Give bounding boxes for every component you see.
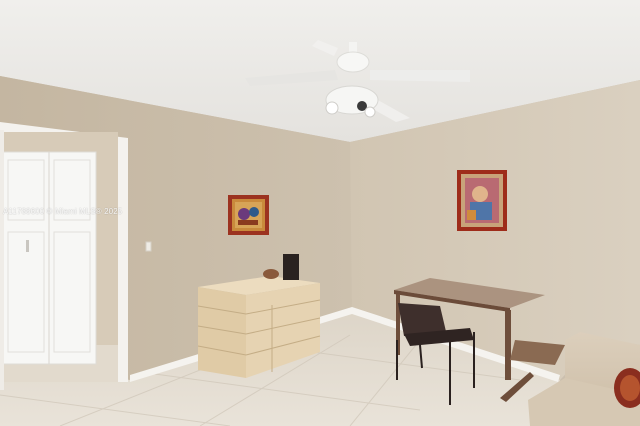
mls-watermark: A11788600 © Miami MLS® 2025 [3, 207, 123, 216]
doorway [0, 122, 128, 390]
framed-picture-right [457, 170, 507, 231]
bedroom-photo: A11788600 © Miami MLS® 2025 [0, 0, 640, 426]
light-switch [145, 241, 152, 252]
decor-frame [283, 254, 299, 280]
framed-picture-left [228, 195, 269, 235]
door-casing-left [0, 130, 4, 390]
decor-bowl [263, 269, 279, 279]
door-handle [26, 240, 29, 252]
